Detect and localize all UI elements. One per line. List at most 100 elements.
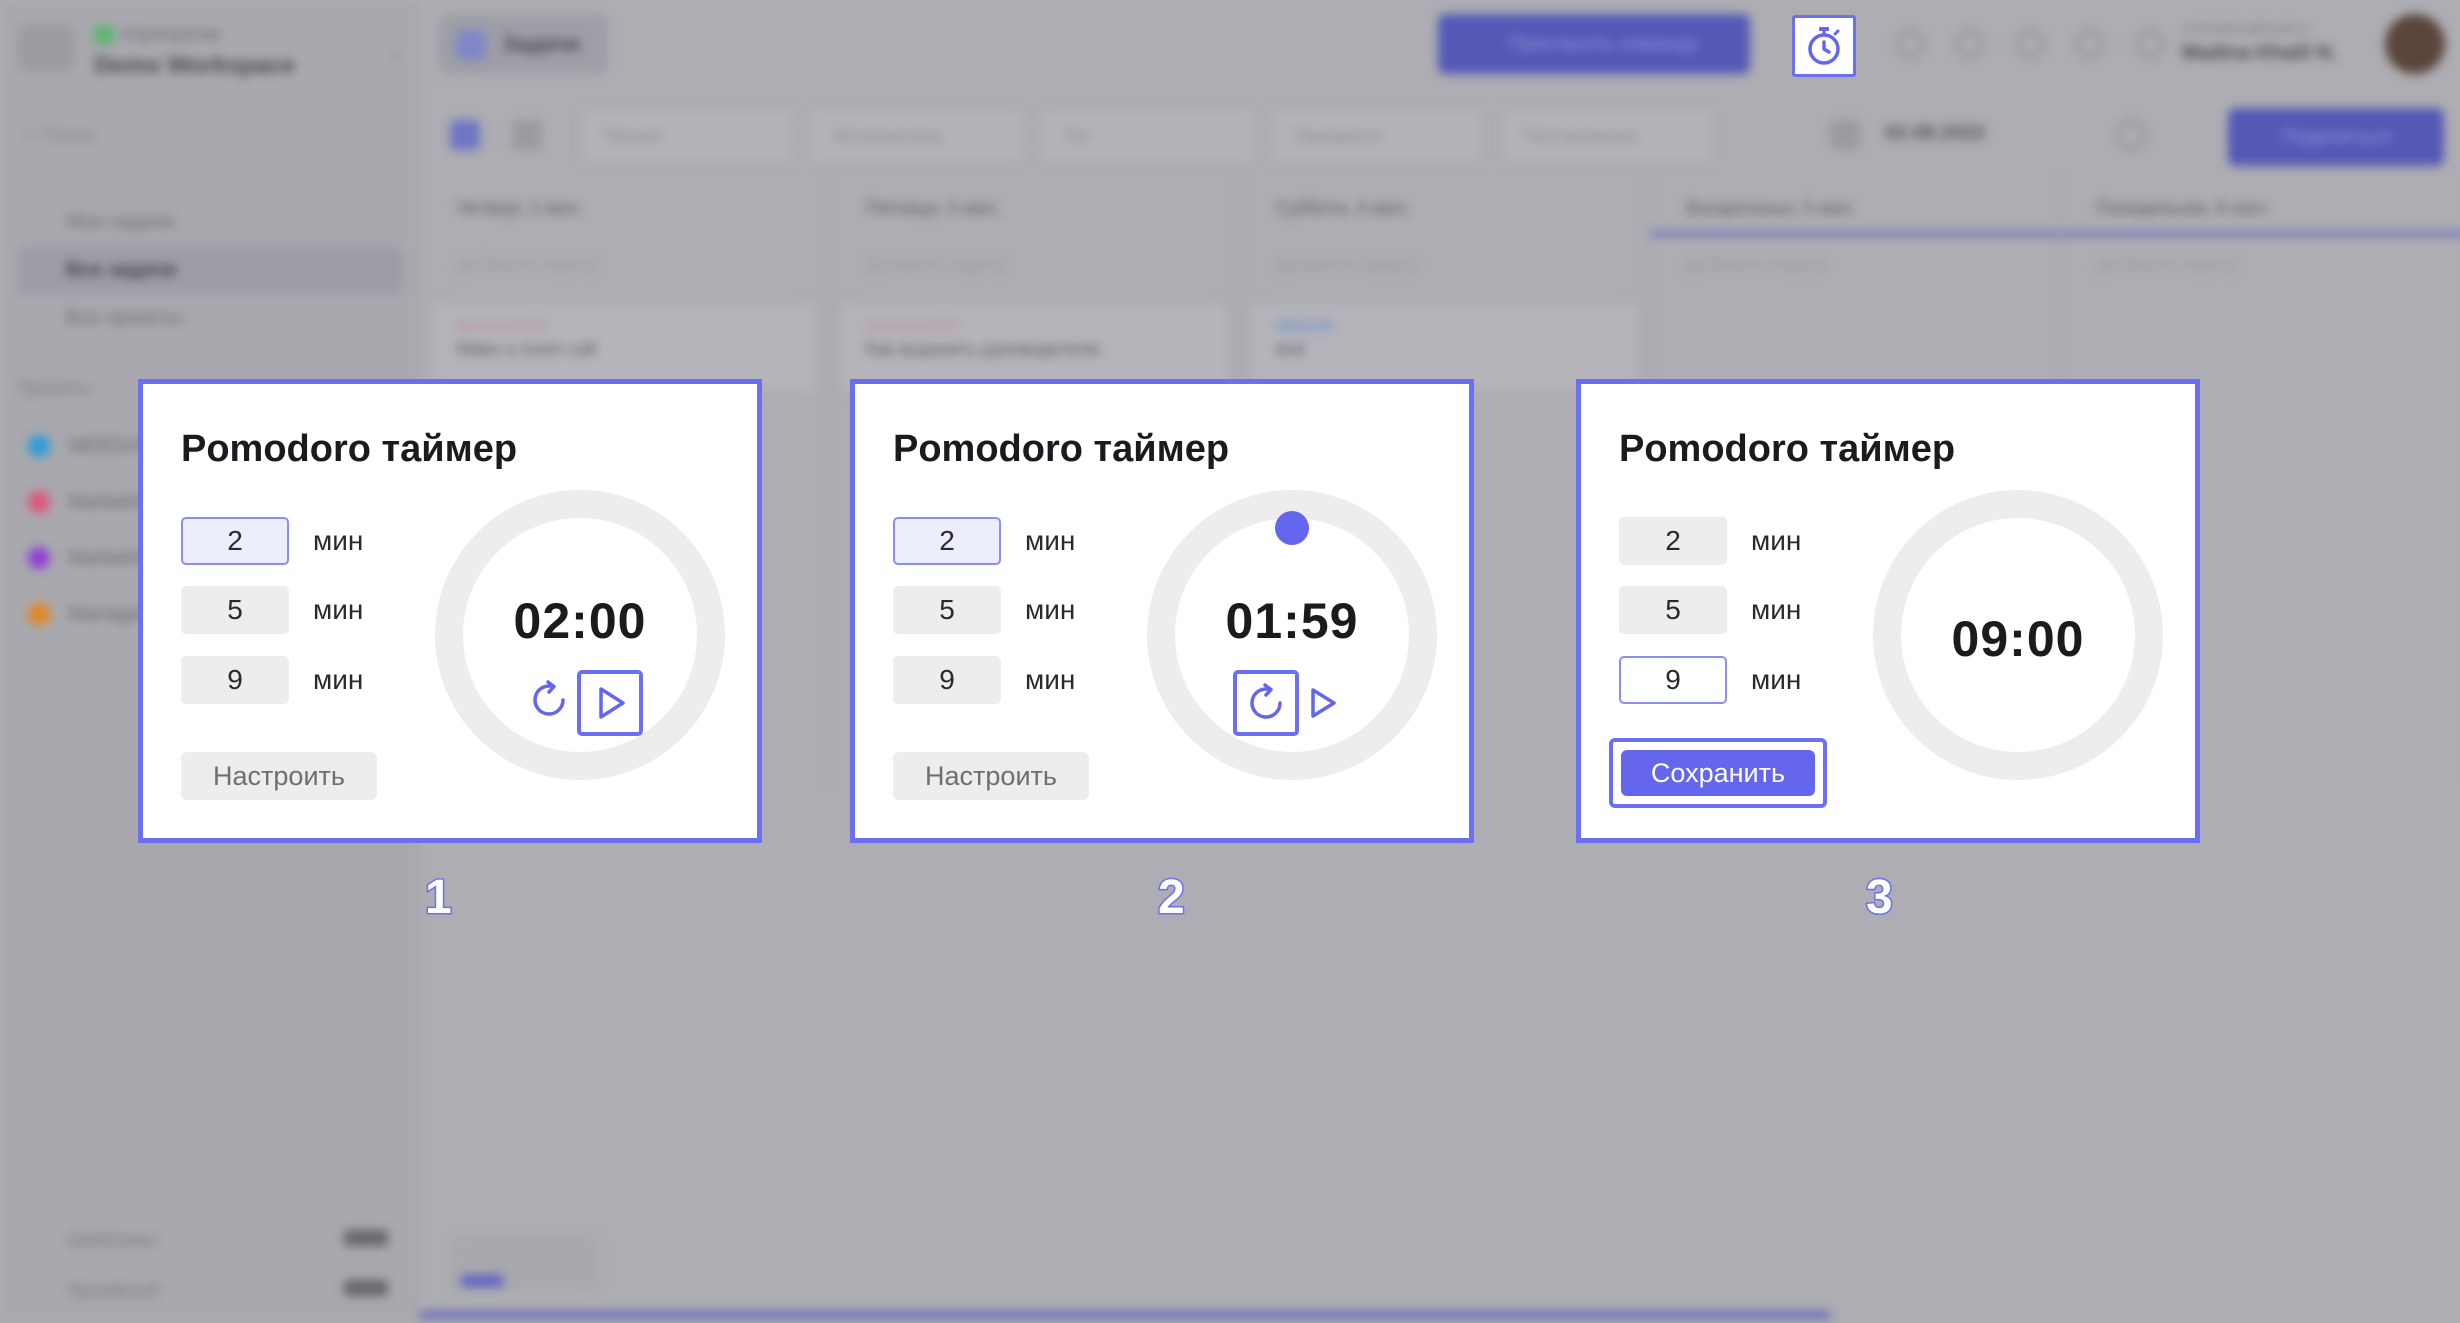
work-minutes-input[interactable]: 2 [181, 517, 289, 565]
sidebar-nav: Мои задачи Все задачи Все проекты [18, 198, 403, 342]
filter-assignee[interactable]: Исполнитель [812, 110, 1022, 162]
long-break-minutes-input[interactable]: 9 [181, 656, 289, 704]
user-email: m.khalilova@mail.ru [2182, 20, 2309, 36]
reset-button[interactable] [525, 674, 573, 726]
panel-title: Pomodoro таймер [1619, 428, 1956, 470]
workspace-tag: Корпоратив [122, 24, 221, 44]
save-button[interactable]: Сохранить [1621, 750, 1815, 796]
workspace-logo [18, 24, 74, 72]
filter-toolbar: Проект Исполнитель Тег Приоритет Постано… [420, 100, 2460, 172]
project-item[interactable]: WEEDOE [28, 418, 157, 474]
top-bar: Задачи Пригласить команду m.khalilova@ma… [420, 0, 2460, 86]
project-color-dot [28, 491, 50, 513]
unit-label: мин [313, 664, 364, 695]
work-minutes-input[interactable]: 2 [893, 517, 1001, 565]
project-item[interactable]: Management [28, 586, 185, 642]
settings-icon[interactable] [2116, 120, 2146, 150]
day-header: Воскресенье, 5 июл. [1650, 180, 2058, 236]
unit-label: мин [313, 594, 364, 625]
add-task-link[interactable]: Добавить задачу [420, 236, 828, 292]
project-color-dot [28, 547, 50, 569]
timer-dial: 02:00 [435, 490, 725, 780]
day-header: Понедельник, 6 июл. [2060, 180, 2460, 236]
short-break-minutes-input[interactable]: 5 [181, 586, 289, 634]
step-number-2: 2 [1157, 870, 1187, 926]
add-task-link[interactable]: Добавить задачу [1240, 236, 1648, 292]
timer-display: 02:00 [513, 593, 647, 649]
sidebar-item-all-tasks[interactable]: Все задачи [18, 246, 403, 294]
add-task-link[interactable]: Добавить задачу [2060, 236, 2460, 292]
work-minutes-input[interactable]: 2 [1619, 517, 1727, 565]
filter-tag[interactable]: Тег [1042, 110, 1252, 162]
long-break-minutes-input[interactable]: 9 [893, 656, 1001, 704]
task-card[interactable]: Marketing & PR Как выразить руководителю [842, 304, 1226, 390]
sidebar-search[interactable]: ⌕ Поиск [24, 124, 96, 147]
unit-label: мин [1025, 664, 1076, 695]
timer-display: 01:59 [1225, 593, 1359, 649]
calendar-icon[interactable] [1830, 120, 1860, 150]
add-task-link[interactable]: Добавить задачу [1650, 236, 2058, 292]
unit-label: мин [1025, 594, 1076, 625]
pomodoro-panel-1: Pomodoro таймер 2 мин 5 мин 9 мин Настро… [138, 379, 762, 843]
panel-title: Pomodoro таймер [181, 428, 518, 470]
sidebar-item-templates[interactable]: Шаблоны [28, 1215, 388, 1265]
configure-button[interactable]: Настроить [893, 752, 1089, 800]
timer-dial: 09:00 [1873, 490, 2163, 780]
filter-priority[interactable]: Приоритет [1272, 110, 1482, 162]
configure-button[interactable]: Настроить [181, 752, 377, 800]
duration-row-work: 2 мин [181, 517, 411, 565]
task-card[interactable]: WEEDOE test [1252, 304, 1636, 390]
help-icon[interactable] [2076, 30, 2104, 58]
sidebar-item-my-tasks[interactable]: Мои задачи [18, 198, 403, 246]
sidebar-item-all-projects[interactable]: Все проекты [18, 294, 403, 342]
unit-label: мин [1751, 664, 1802, 695]
bell-icon[interactable] [1956, 30, 1984, 58]
duration-row-short-break: 5 мин [181, 586, 411, 634]
page-title: Задачи [438, 14, 608, 74]
filter-creator[interactable]: Постановщик [1502, 110, 1712, 162]
date-picker[interactable]: 02.08.2022 [1885, 122, 1985, 145]
timer-progress-indicator [1275, 511, 1309, 545]
step-number-3: 3 [1865, 870, 1895, 926]
project-item[interactable]: Marketing [28, 530, 156, 586]
pomodoro-panel-2: Pomodoro таймер 2 мин 5 мин 9 мин Настро… [850, 379, 1474, 843]
play-icon [1311, 688, 1336, 718]
day-header: Пятница, 3 июл. [866, 198, 1001, 218]
play-button[interactable] [577, 670, 643, 736]
project-item[interactable]: Marketing [28, 474, 156, 530]
stopwatch-button[interactable] [1792, 15, 1856, 77]
short-break-minutes-input[interactable]: 5 [1619, 586, 1727, 634]
duration-row-long-break: 9 мин [181, 656, 411, 704]
reset-icon [1250, 683, 1282, 719]
invite-team-button[interactable]: Пригласить команду [1438, 14, 1750, 74]
unit-label: мин [1751, 525, 1802, 556]
board-view-icon[interactable] [450, 120, 480, 150]
apps-icon[interactable] [2136, 30, 2164, 58]
play-button[interactable] [1301, 678, 1345, 728]
stopwatch-icon [1808, 27, 1840, 65]
duration-row-long-break: 9 мин [893, 656, 1123, 704]
bottom-dock[interactable] [450, 1235, 600, 1291]
play-icon [599, 687, 625, 719]
chat-icon[interactable] [2016, 30, 2044, 58]
short-break-minutes-input[interactable]: 5 [893, 586, 1001, 634]
share-button[interactable]: Поделиться [2228, 108, 2444, 166]
sidebar-item-archive[interactable]: Архивные [28, 1265, 388, 1315]
add-task-link[interactable]: Добавить задачу [830, 236, 1238, 292]
user-name: Madina Khalil N. [2182, 42, 2337, 64]
projects-heading: Проекты [18, 378, 91, 398]
list-view-icon[interactable] [512, 120, 542, 150]
duration-row-short-break: 5 мин [893, 586, 1123, 634]
avatar[interactable] [2385, 14, 2445, 74]
long-break-minutes-input[interactable]: 9 [1619, 656, 1727, 704]
task-card[interactable]: Marketing & PR Make a zoom call [432, 304, 816, 390]
day-header: Четверг, 2 июл. [456, 198, 584, 218]
workspace-switcher[interactable]: ■ Корпоратив Demo Workspace ‹ [18, 18, 408, 79]
duration-row-work: 2 мин [893, 517, 1123, 565]
duration-row-work: 2 мин [1619, 517, 1849, 565]
cloud-icon[interactable] [1896, 30, 1924, 58]
filter-project[interactable]: Проект [582, 110, 792, 162]
search-placeholder: Поиск [40, 124, 97, 146]
project-color-dot [28, 435, 50, 457]
reset-button[interactable] [1233, 670, 1299, 736]
